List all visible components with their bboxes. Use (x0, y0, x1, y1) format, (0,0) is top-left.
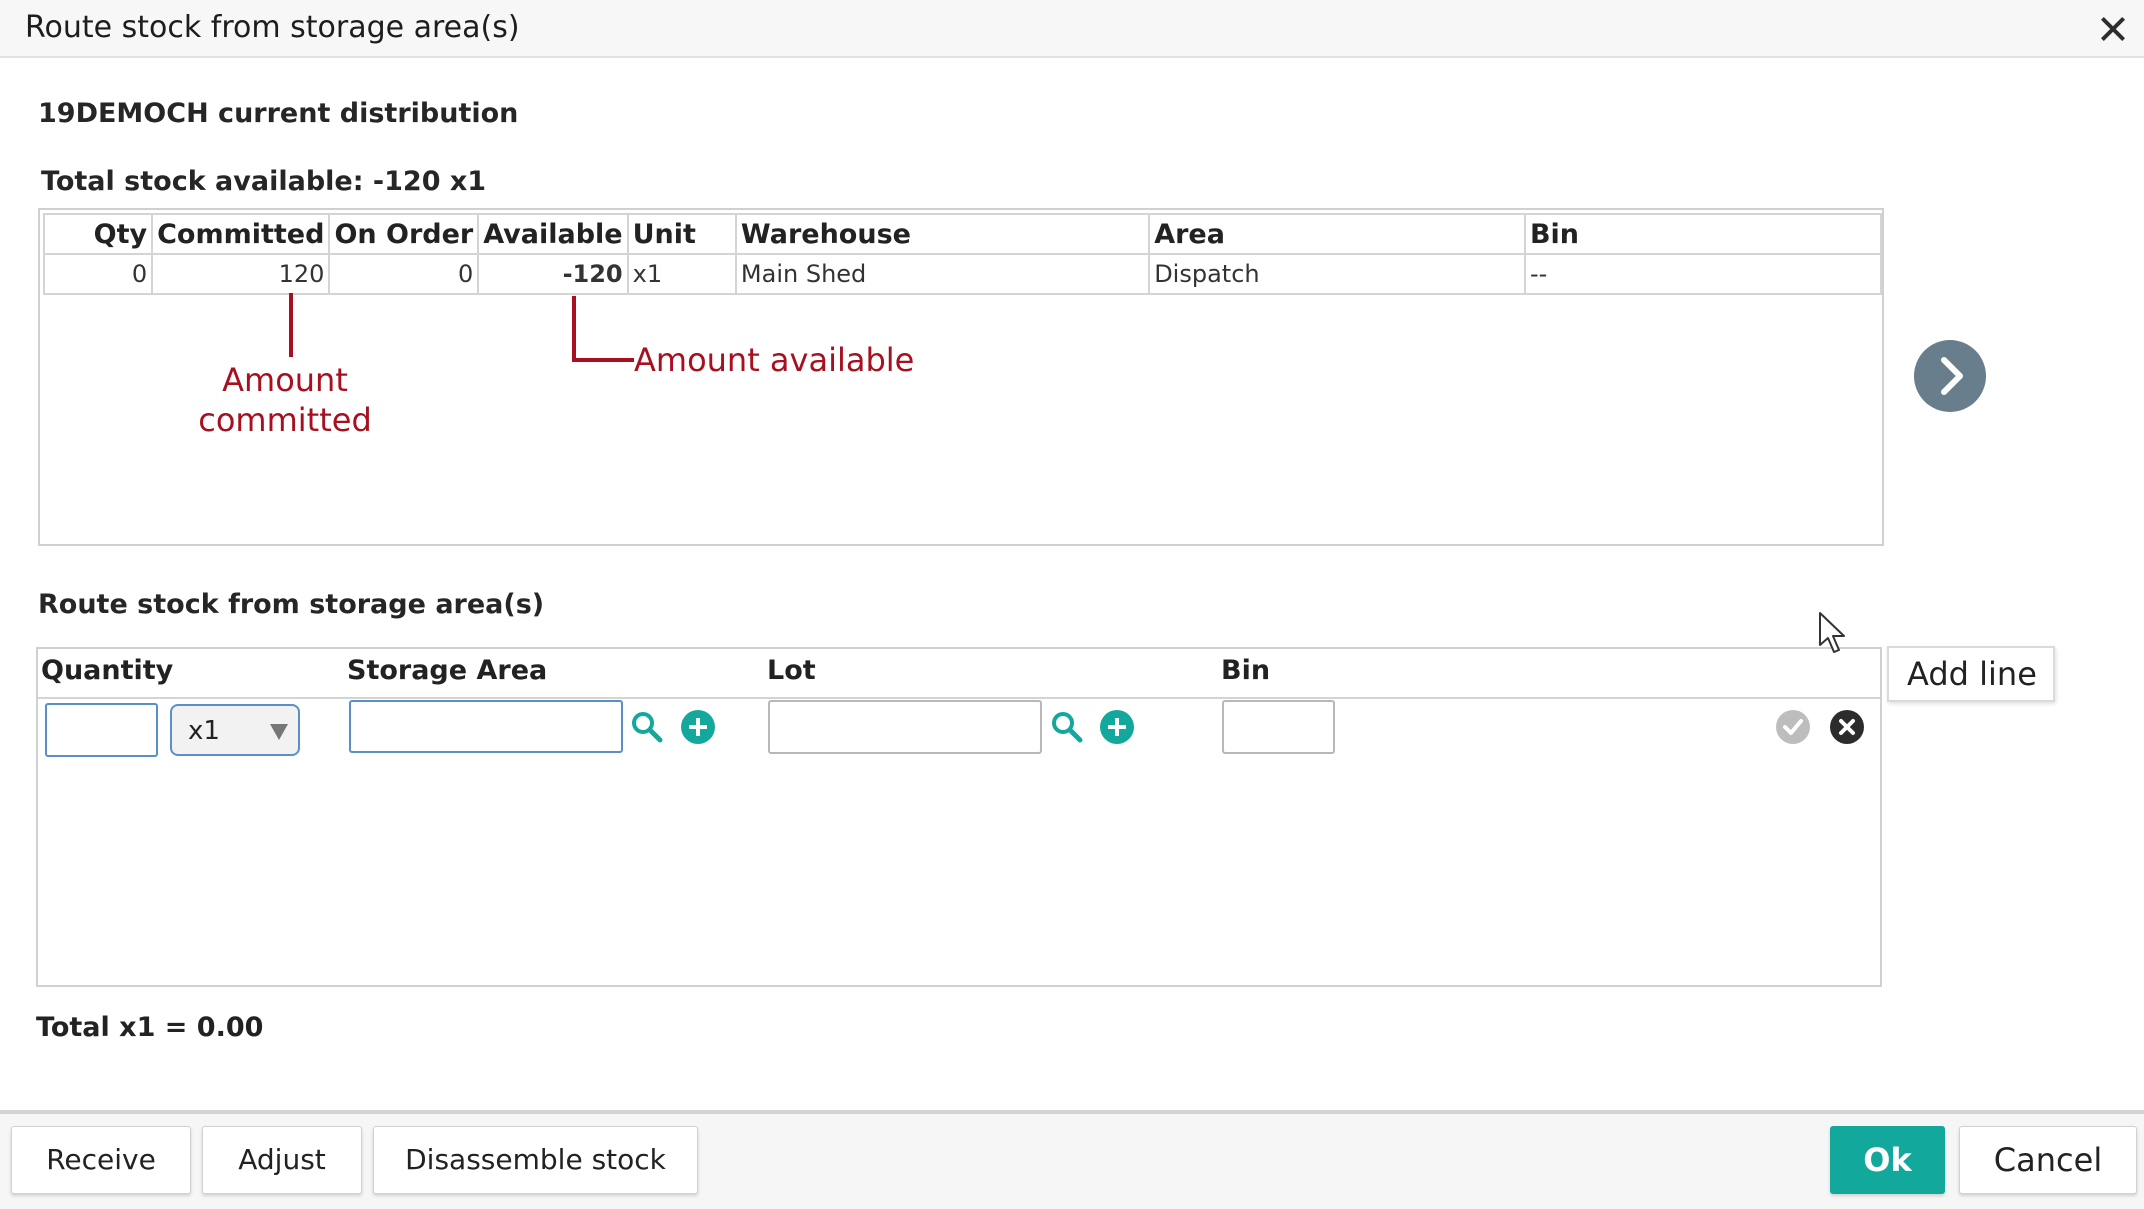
annotation-committed-text: Amount committed (198, 361, 372, 439)
total-stock-label: Total stock available: -120 x1 (41, 166, 487, 197)
distribution-heading: 19DEMOCH current distribution (38, 98, 519, 129)
receive-button[interactable]: Receive (11, 1126, 191, 1194)
col-quantity: Quantity (41, 655, 174, 686)
route-heading: Route stock from storage area(s) (38, 589, 545, 620)
cell-area: Dispatch (1148, 253, 1526, 295)
route-lines-panel (36, 647, 1882, 987)
adjust-button[interactable]: Adjust (202, 1126, 362, 1194)
dialog-titlebar: Route stock from storage area(s) (0, 0, 2144, 58)
next-button[interactable] (1914, 340, 1986, 412)
col-lot: Lot (767, 655, 816, 686)
annotation-available-text: Amount available (634, 341, 915, 379)
bin-input[interactable] (1222, 700, 1335, 754)
plus-circle-icon[interactable] (1099, 709, 1135, 745)
distribution-header-row: Qty Committed On Order Available Unit Wa… (42, 213, 1883, 255)
ok-button[interactable]: Ok (1830, 1126, 1945, 1194)
quantity-input[interactable] (45, 703, 158, 757)
col-unit: Unit (626, 213, 737, 255)
col-committed: Committed (151, 213, 331, 255)
col-storage-area: Storage Area (347, 655, 548, 686)
cell-warehouse: Main Shed (734, 253, 1151, 295)
annotation-committed-line (289, 293, 293, 357)
mouse-pointer-icon (1819, 612, 1845, 653)
cell-on-order: 0 (328, 253, 480, 295)
annotation-available-line-vertical (572, 296, 576, 362)
chevron-down-icon (270, 724, 288, 740)
chevron-right-icon (1941, 357, 1963, 395)
check-circle-icon[interactable] (1775, 709, 1811, 745)
distribution-table: Qty Committed On Order Available Unit Wa… (42, 213, 1883, 295)
col-area: Area (1148, 213, 1526, 255)
search-icon[interactable] (1050, 710, 1084, 744)
add-line-tooltip: Add line (1887, 646, 2055, 702)
col-qty: Qty (42, 213, 154, 255)
col-available: Available (477, 213, 629, 255)
search-icon[interactable] (630, 710, 664, 744)
plus-circle-icon[interactable] (680, 709, 716, 745)
cell-bin: -- (1523, 253, 1883, 295)
storage-area-input[interactable] (349, 700, 623, 753)
lot-input[interactable] (768, 700, 1042, 754)
x-circle-icon[interactable] (1829, 709, 1865, 745)
cell-unit: x1 (626, 253, 737, 295)
disassemble-stock-button[interactable]: Disassemble stock (373, 1126, 698, 1194)
col-warehouse: Warehouse (734, 213, 1151, 255)
cell-available: -120 (477, 253, 629, 295)
col-bin: Bin (1221, 655, 1271, 686)
cell-qty: 0 (42, 253, 154, 295)
close-icon[interactable] (2098, 14, 2128, 44)
cancel-button[interactable]: Cancel (1959, 1126, 2137, 1194)
cell-committed: 120 (151, 253, 331, 295)
col-on-order: On Order (328, 213, 480, 255)
annotation-available-line-horizontal (572, 358, 634, 362)
unit-select[interactable]: x1 (170, 704, 300, 756)
col-bin: Bin (1523, 213, 1883, 255)
header-divider (38, 697, 1880, 699)
unit-select-value: x1 (188, 716, 220, 746)
table-row[interactable]: 0 120 0 -120 x1 Main Shed Dispatch -- (42, 253, 1883, 295)
dialog-title: Route stock from storage area(s) (25, 10, 520, 45)
route-total: Total x1 = 0.00 (36, 1012, 264, 1043)
